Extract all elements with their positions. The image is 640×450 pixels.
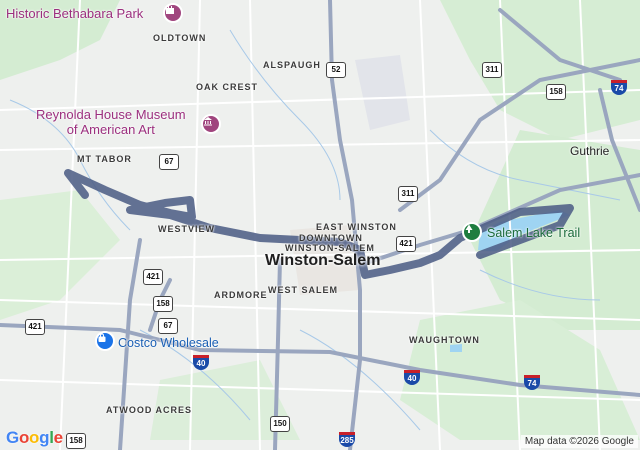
poi-label-salem-lake[interactable]: Salem Lake Trail	[487, 226, 580, 240]
area-label-waughtown: WAUGHTOWN	[409, 335, 480, 345]
us-route-shield-158-east: 158	[546, 84, 566, 100]
us-route-shield-421-west: 421	[143, 269, 163, 285]
us-route-shield-421-southwest: 421	[25, 319, 45, 335]
us-route-shield-67-south: 67	[158, 318, 178, 334]
area-label-westview: WESTVIEW	[158, 224, 215, 234]
area-label-west-salem: WEST SALEM	[268, 285, 338, 295]
us-route-shield-158-south: 158	[66, 433, 86, 449]
area-label-oldtown: OLDTOWN	[153, 33, 207, 43]
us-route-shield-67: 67	[159, 154, 179, 170]
area-label-mt-tabor: MT TABOR	[77, 154, 132, 164]
city-label: Winston-Salem	[265, 252, 381, 269]
logo-letter: o	[29, 428, 40, 447]
us-route-shield-311-north: 311	[482, 62, 502, 78]
interstate-shield-285: 285	[339, 432, 355, 447]
area-label-atwood-acres: ATWOOD ACRES	[106, 405, 192, 415]
area-label-oak-crest: OAK CREST	[196, 82, 259, 92]
map-attribution[interactable]: Map data ©2026 Google	[520, 435, 638, 448]
map-canvas[interactable]: OLDTOWN ALSPAUGH OAK CREST MT TABOR WEST…	[0, 0, 640, 450]
us-route-shield-421-east: 421	[396, 236, 416, 252]
tree-icon[interactable]	[462, 222, 482, 242]
area-label-alspaugh: ALSPAUGH	[263, 60, 321, 70]
logo-letter: G	[6, 428, 19, 447]
museum-icon[interactable]	[201, 114, 221, 134]
area-label-east-winston: EAST WINSTON	[316, 222, 397, 232]
us-route-shield-52: 52	[326, 62, 346, 78]
town-label-guthrie: Guthrie	[570, 144, 610, 158]
us-route-shield-150: 150	[270, 416, 290, 432]
area-label-ardmore: ARDMORE	[214, 290, 268, 300]
area-label-downtown: DOWNTOWN	[299, 233, 363, 243]
shopping-bag-icon[interactable]	[95, 331, 115, 351]
poi-label-reynolda-line1: Reynolda House Museum	[36, 107, 186, 122]
logo-letter: g	[39, 428, 50, 447]
google-logo: Google	[6, 428, 63, 448]
poi-label-costco[interactable]: Costco Wholesale	[118, 336, 219, 350]
us-route-shield-158-west: 158	[153, 296, 173, 312]
poi-label-bethabara[interactable]: Historic Bethabara Park	[6, 6, 143, 21]
castle-icon[interactable]	[163, 3, 183, 23]
logo-letter: o	[18, 428, 30, 447]
poi-label-reynolda-line2: of American Art	[66, 122, 155, 137]
logo-letter: e	[53, 428, 63, 447]
poi-label-reynolda[interactable]: Reynolda House Museum of American Art	[36, 107, 186, 137]
us-route-shield-311: 311	[398, 186, 418, 202]
